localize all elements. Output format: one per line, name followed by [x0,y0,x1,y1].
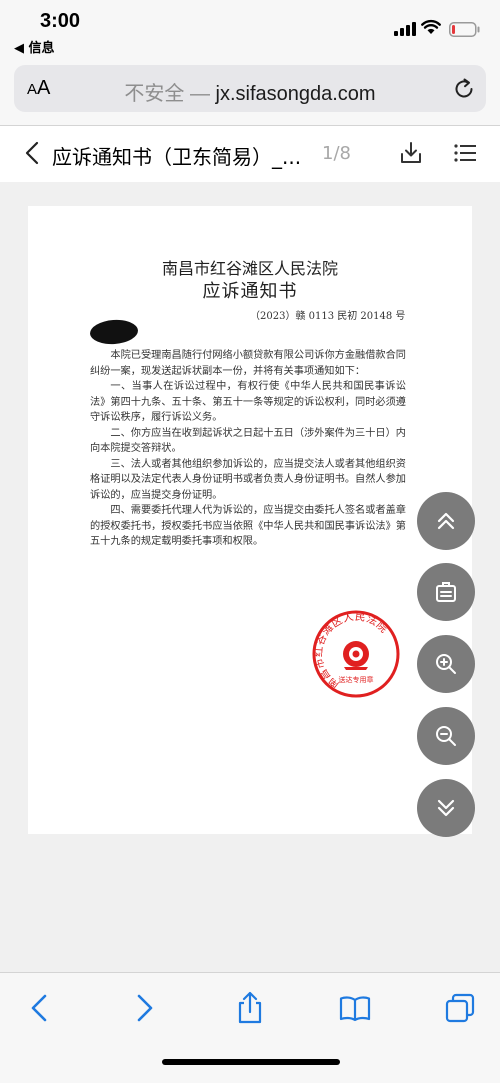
document-title: 应诉通知书（卫东简易）_... [52,145,302,169]
court-name: 南昌市红谷滩区人民法院 [161,259,338,278]
status-bar: 3:00 ◀ 信息 [0,0,500,58]
wifi-icon [421,19,441,34]
back-chevron-icon[interactable] [24,141,40,165]
menu-icon[interactable] [454,143,476,163]
scroll-to-bottom-button[interactable] [417,779,475,837]
document-header: 应诉通知书（卫东简易）_... 1/8 [0,127,500,182]
address-bar[interactable]: AA 不安全 — jx.sifasongda.com [14,65,486,112]
document-page: 南昌市红谷滩区人民法院 应诉通知书 （2023）赣 0113 民初 20148 … [28,206,472,834]
zoom-in-icon [436,654,456,674]
tabs-icon[interactable] [444,991,476,1025]
zoom-out-button[interactable] [417,707,475,765]
forward-icon[interactable] [128,991,160,1025]
share-icon[interactable] [234,991,266,1025]
back-icon[interactable] [24,991,56,1025]
paragraph: 三、法人或者其他组织参加诉讼的，应当提交法人或者其他组织资格证明以及法定代表人身… [90,458,406,501]
address-bar-area: AA 不安全 — jx.sifasongda.com [0,58,500,126]
paragraph: 一、当事人在诉讼过程中，有权行使《中华人民共和国民事诉讼法》第四十九条、五十条、… [90,381,406,423]
notice-body: 本院已受理南昌随行付网络小额贷款有限公司诉你方金融借款合同纠纷一案，现发送起诉状… [90,348,406,550]
url-domain: jx.sifasongda.com [215,83,376,105]
redacted-name [89,318,139,346]
clipboard-icon [436,582,456,602]
url-separator: — [184,83,216,105]
paragraph: 四、需要委托代理人代为诉讼的，应当提交由委托人签名或者盖章的授权委托书，授权委托… [90,505,406,547]
bookmarks-icon[interactable] [339,991,371,1025]
case-number: （2023）赣 0113 民初 20148 号 [250,311,406,322]
home-indicator [162,1059,340,1065]
battery-icon [449,22,480,37]
seal-band-text: 送达专用章 [339,675,374,684]
url-display[interactable]: 不安全 — jx.sifasongda.com [14,77,486,106]
double-chevron-up-icon [437,512,455,530]
paragraph: 本院已受理南昌随行付网络小额贷款有限公司诉你方金融借款合同纠纷一案，现发送起诉状… [90,350,406,377]
reload-icon[interactable] [452,77,476,101]
cellular-signal-icon [394,22,416,36]
paragraph: 二、你方应当在收到起诉状之日起十五日（涉外案件为三十日）内向本院提交答辩状。 [90,427,406,455]
outline-button[interactable] [417,563,475,621]
court-seal: 南昌市红谷滩区人民法院 送达专用章 [312,610,400,698]
browser-toolbar [0,972,500,1083]
download-icon[interactable] [400,141,422,165]
status-time: 3:00 [40,10,81,32]
scroll-to-top-button[interactable] [417,492,475,550]
page-indicator: 1/8 [322,143,351,164]
notice-title: 应诉通知书 [202,281,298,302]
double-chevron-down-icon [437,799,455,817]
zoom-out-icon [436,726,456,746]
zoom-in-button[interactable] [417,635,475,693]
insecure-label: 不安全 [124,83,185,105]
back-to-app-link[interactable]: ◀ 信息 [14,37,55,56]
